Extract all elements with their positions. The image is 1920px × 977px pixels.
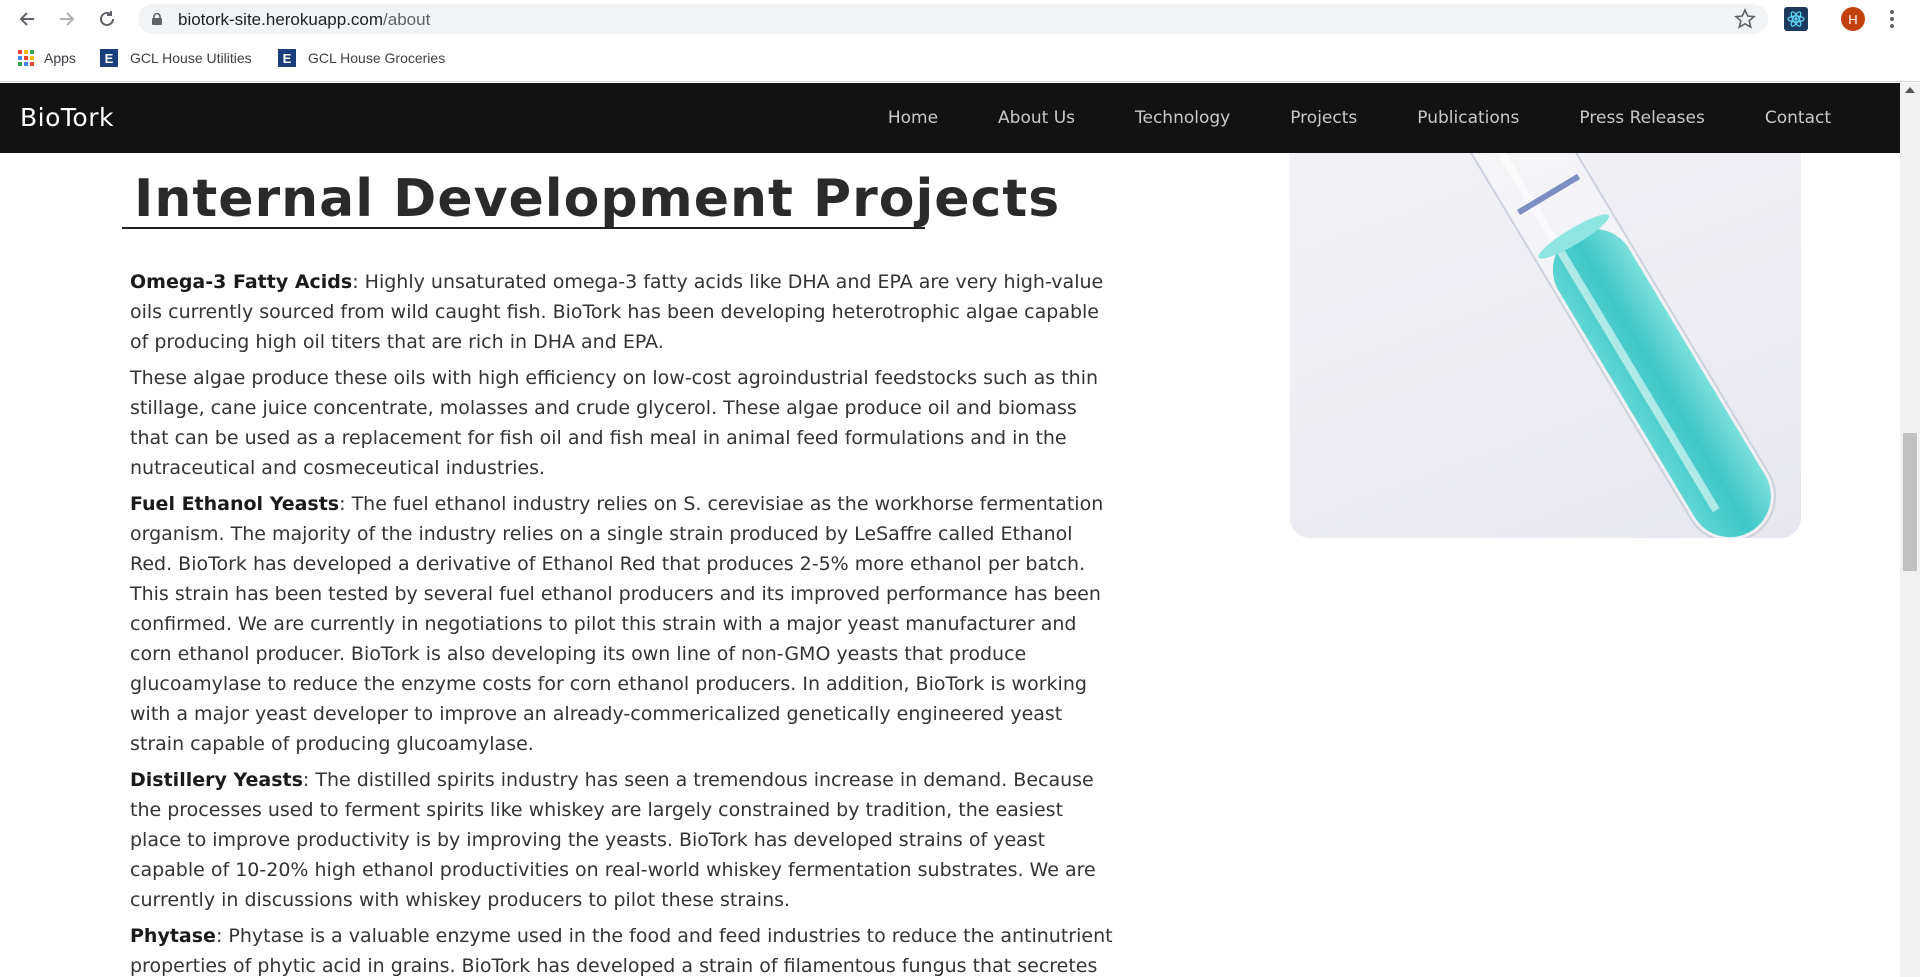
paragraph-distillery: Distillery Yeasts: The distilled spirits… bbox=[130, 765, 1115, 915]
profile-avatar[interactable]: H bbox=[1841, 7, 1865, 31]
lock-icon bbox=[152, 13, 162, 25]
reload-button[interactable] bbox=[94, 6, 120, 32]
bookmark-label: GCL House Groceries bbox=[308, 50, 446, 66]
paragraph-phytase: Phytase: Phytase is a valuable enzyme us… bbox=[130, 921, 1115, 977]
url-host: biotork-site.herokuapp.com bbox=[178, 10, 384, 29]
reload-icon bbox=[100, 11, 114, 26]
nav-publications[interactable]: Publications bbox=[1417, 108, 1519, 128]
brand-logo[interactable]: BioTork bbox=[20, 103, 114, 132]
react-extension-icon[interactable] bbox=[1784, 7, 1808, 31]
paragraph-heading: Fuel Ethanol Yeasts bbox=[130, 493, 340, 515]
bookmark-apps[interactable]: Apps bbox=[18, 48, 76, 68]
paragraph-algae: These algae produce these oils with high… bbox=[130, 363, 1115, 483]
projects-text: Omega-3 Fatty Acids: Highly unsaturated … bbox=[130, 267, 1115, 977]
nav-projects[interactable]: Projects bbox=[1290, 108, 1357, 128]
bookmark-star-icon[interactable] bbox=[1734, 8, 1756, 30]
bookmark-label: GCL House Utilities bbox=[130, 50, 252, 66]
paragraph-body: : The fuel ethanol industry relies on S.… bbox=[130, 493, 1104, 755]
nav-home[interactable]: Home bbox=[888, 108, 938, 128]
scroll-thumb[interactable] bbox=[1903, 433, 1917, 571]
site-navbar: BioTork Home About Us Technology Project… bbox=[0, 83, 1900, 153]
forward-button[interactable] bbox=[54, 6, 80, 32]
url-text[interactable]: biotork-site.herokuapp.com/about bbox=[178, 10, 430, 30]
title-underline bbox=[122, 227, 925, 229]
nav-contact[interactable]: Contact bbox=[1765, 108, 1831, 128]
forward-arrow-icon bbox=[60, 12, 75, 26]
nav-technology[interactable]: Technology bbox=[1135, 108, 1230, 128]
paragraph-body: : Phytase is a valuable enzyme used in t… bbox=[130, 925, 1113, 977]
nav-about-us[interactable]: About Us bbox=[998, 108, 1075, 128]
paragraph-omega3: Omega-3 Fatty Acids: Highly unsaturated … bbox=[130, 267, 1115, 357]
test-tube-image bbox=[1290, 153, 1801, 538]
test-tube-illustration bbox=[1441, 153, 1776, 538]
paragraph-heading: Phytase bbox=[130, 925, 216, 947]
browser-chrome: biotork-site.herokuapp.com/about H Apps … bbox=[0, 0, 1920, 82]
address-bar[interactable]: biotork-site.herokuapp.com/about bbox=[138, 4, 1768, 34]
back-arrow-icon bbox=[19, 12, 34, 26]
scroll-up-arrow-icon[interactable] bbox=[1905, 87, 1915, 93]
bookmark-gcl-groceries[interactable]: E GCL House Groceries bbox=[278, 48, 445, 68]
bookmark-label: Apps bbox=[44, 50, 76, 66]
e-icon: E bbox=[100, 49, 118, 67]
e-icon: E bbox=[278, 49, 296, 67]
page-scrollbar[interactable] bbox=[1900, 83, 1920, 977]
paragraph-body: These algae produce these oils with high… bbox=[130, 367, 1099, 479]
back-button[interactable] bbox=[14, 6, 40, 32]
react-atom-icon bbox=[1787, 11, 1805, 27]
bookmark-gcl-utilities[interactable]: E GCL House Utilities bbox=[100, 48, 252, 68]
browser-menu-icon[interactable] bbox=[1882, 8, 1902, 30]
main-menu: Home About Us Technology Projects Public… bbox=[888, 83, 1900, 153]
address-row: biotork-site.herokuapp.com/about H bbox=[0, 0, 1920, 38]
nav-press-releases[interactable]: Press Releases bbox=[1579, 108, 1704, 128]
paragraph-heading: Distillery Yeasts bbox=[130, 769, 303, 791]
paragraph-heading: Omega-3 Fatty Acids bbox=[130, 271, 353, 293]
apps-grid-icon bbox=[18, 50, 34, 66]
url-path: /about bbox=[383, 10, 431, 29]
page-title: Internal Development Projects bbox=[134, 169, 1061, 229]
paragraph-fuel-ethanol: Fuel Ethanol Yeasts: The fuel ethanol in… bbox=[130, 489, 1115, 759]
page-content: Internal Development Projects Omega-3 Fa… bbox=[0, 153, 1900, 977]
bookmarks-bar: Apps E GCL House Utilities E GCL House G… bbox=[0, 44, 1920, 72]
